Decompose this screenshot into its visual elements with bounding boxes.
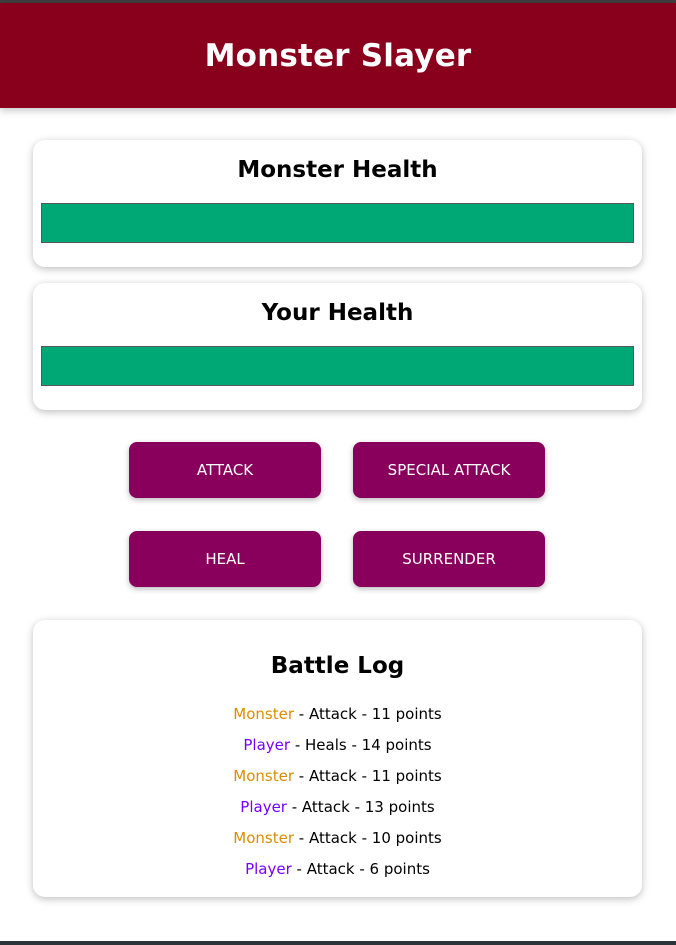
heal-button[interactable]: HEAL bbox=[129, 531, 321, 587]
log-entry: Monster - Attack - 10 points bbox=[33, 823, 642, 854]
player-health-heading: Your Health bbox=[261, 300, 414, 326]
log-entry-actor: Player bbox=[243, 736, 291, 754]
battle-log-list: Monster - Attack - 11 points Player - He… bbox=[33, 699, 642, 885]
log-entry-detail: - Attack - 11 points bbox=[294, 767, 442, 785]
log-entry: Monster - Attack - 11 points bbox=[33, 761, 642, 792]
log-entry: Monster - Attack - 11 points bbox=[33, 699, 642, 730]
monster-health-card: Monster Health bbox=[33, 140, 642, 267]
attack-button[interactable]: ATTACK bbox=[129, 442, 321, 498]
log-entry-actor: Player bbox=[240, 798, 287, 816]
log-entry-detail: - Attack - 13 points bbox=[286, 798, 435, 816]
monster-health-bar-fill bbox=[42, 204, 633, 242]
log-entry-detail: - Attack - 6 points bbox=[291, 860, 430, 878]
log-entry: Player - Attack - 13 points bbox=[33, 792, 642, 823]
special-attack-button[interactable]: SPECIAL ATTACK bbox=[353, 442, 545, 498]
log-entry-actor: Monster bbox=[233, 829, 294, 847]
player-health-card: Your Health bbox=[33, 283, 642, 410]
log-entry: Player - Heals - 14 points bbox=[33, 730, 642, 761]
battle-log-heading: Battle Log bbox=[270, 653, 405, 679]
app-title: Monster Slayer bbox=[204, 37, 472, 74]
player-health-bar bbox=[41, 346, 634, 386]
log-entry-detail: - Heals - 14 points bbox=[290, 736, 432, 754]
log-entry-detail: - Attack - 10 points bbox=[294, 829, 442, 847]
monster-health-heading: Monster Health bbox=[237, 157, 438, 183]
log-entry-actor: Monster bbox=[233, 705, 294, 723]
log-entry-detail: - Attack - 11 points bbox=[294, 705, 442, 723]
log-entry-actor: Player bbox=[245, 860, 292, 878]
log-entry: Player - Attack - 6 points bbox=[33, 854, 642, 885]
app-header: Monster Slayer bbox=[0, 3, 676, 108]
player-health-bar-fill bbox=[42, 347, 633, 385]
window-bottom-edge bbox=[0, 941, 676, 945]
log-entry-actor: Monster bbox=[233, 767, 294, 785]
battle-log-card: Battle Log Monster - Attack - 11 points … bbox=[33, 620, 642, 897]
monster-health-bar bbox=[41, 203, 634, 243]
surrender-button[interactable]: SURRENDER bbox=[353, 531, 545, 587]
